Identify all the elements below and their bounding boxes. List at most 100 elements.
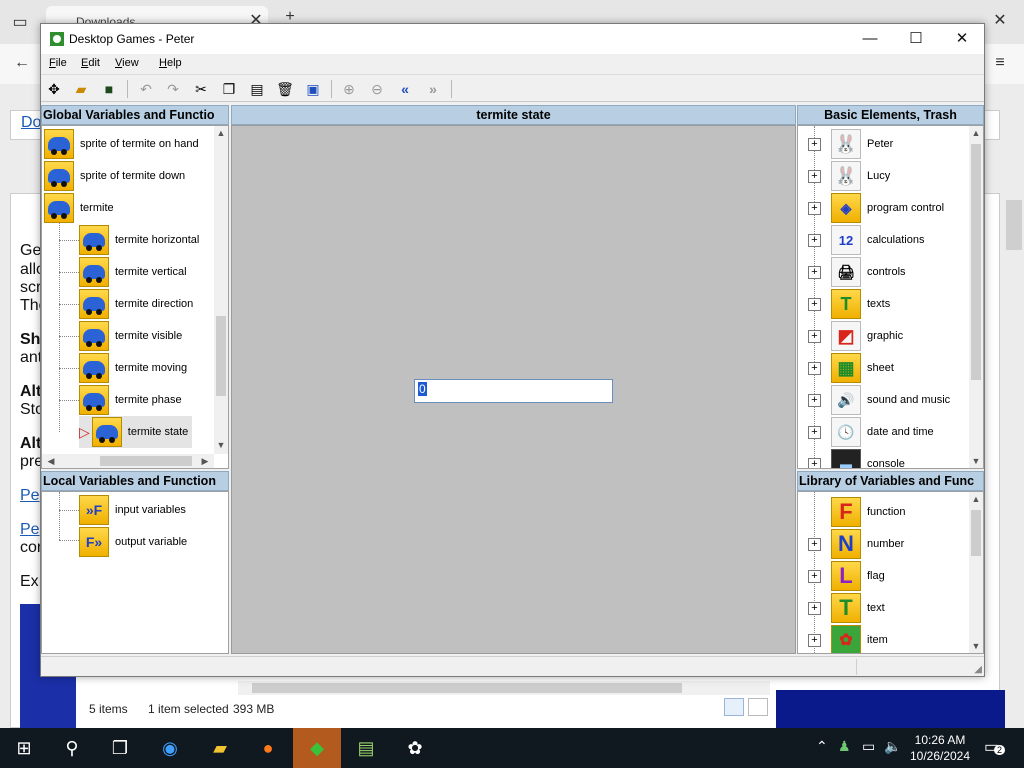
file-explorer-icon[interactable]: ▰ — [196, 728, 244, 768]
menu-edit[interactable]: Edit — [81, 57, 100, 69]
tree-item[interactable]: + L flag — [808, 560, 885, 592]
zoom-in-icon[interactable]: ⊕ — [339, 79, 359, 99]
scroll-down-icon[interactable]: ▼ — [969, 639, 983, 653]
tree-item[interactable]: + 🕓 date and time — [808, 416, 934, 448]
search-icon[interactable]: ⚲ — [48, 728, 96, 768]
network-icon[interactable]: ✥ — [44, 79, 64, 99]
browser-menu-icon[interactable]: ≡ — [988, 54, 1012, 72]
scroll-left-icon[interactable]: ◀ — [44, 454, 58, 468]
tree-item[interactable]: + 🔊 sound and music — [808, 384, 950, 416]
browser-close-icon[interactable]: ✕ — [988, 10, 1012, 30]
tree-item[interactable]: sprite of termite down — [44, 160, 185, 192]
scroll-right-icon[interactable]: ▶ — [198, 454, 212, 468]
person-tray-icon[interactable]: ♟ — [838, 738, 851, 755]
expand-icon[interactable]: + — [808, 329, 821, 343]
explorer-horizontal-scrollbar[interactable] — [238, 681, 770, 695]
close-button[interactable]: ✕ — [939, 24, 985, 54]
expand-icon[interactable]: + — [808, 601, 821, 615]
cut-icon[interactable]: ✂ — [191, 79, 211, 99]
expand-icon[interactable]: + — [808, 233, 821, 247]
expand-icon[interactable]: + — [808, 569, 821, 583]
menu-view[interactable]: View — [115, 57, 139, 69]
scroll-up-icon[interactable]: ▲ — [214, 126, 228, 140]
scroll-down-icon[interactable]: ▼ — [969, 454, 983, 468]
expand-icon[interactable]: + — [808, 537, 821, 551]
scroll-up-icon[interactable]: ▲ — [969, 492, 983, 506]
tree-item[interactable]: + T text — [808, 592, 885, 624]
page-link[interactable]: Pe — [20, 487, 40, 505]
save-icon[interactable]: ■ — [99, 79, 119, 99]
expand-icon[interactable]: + — [808, 457, 821, 468]
tree-item[interactable]: »F input variables — [79, 494, 186, 526]
library-panel-scrollbar[interactable]: ▲ ▼ — [969, 492, 983, 653]
tree-item[interactable]: termite visible — [79, 320, 182, 352]
editor-taskbar-icon[interactable]: ▤ — [342, 728, 390, 768]
maximize-button[interactable]: ☐ — [893, 24, 939, 54]
expand-icon[interactable]: + — [808, 201, 821, 215]
zoom-out-icon[interactable]: ⊖ — [367, 79, 387, 99]
rabbit-taskbar-icon[interactable]: ✿ — [391, 728, 439, 768]
tree-item[interactable]: + 🐰 Lucy — [808, 160, 890, 192]
tab-actions-icon[interactable]: ▭ — [8, 12, 32, 32]
expand-icon[interactable]: + — [808, 425, 821, 439]
volume-tray-icon[interactable]: 🔈 — [884, 738, 901, 755]
tree-item[interactable]: + 🐰 Peter — [808, 128, 893, 160]
tree-item[interactable]: sprite of termite on hand — [44, 128, 199, 160]
expand-icon[interactable]: + — [808, 169, 821, 183]
tiles-view-icon[interactable] — [748, 698, 768, 716]
tree-item[interactable]: + T texts — [808, 288, 890, 320]
scroll-down-icon[interactable]: ▼ — [214, 438, 228, 452]
firefox-icon[interactable]: ● — [244, 728, 292, 768]
scroll-thumb[interactable] — [252, 683, 682, 693]
menu-file[interactable]: File — [49, 57, 67, 69]
tree-item[interactable]: termite vertical — [79, 256, 187, 288]
menu-help[interactable]: Help — [159, 57, 182, 69]
redo-icon[interactable]: ↷ — [163, 79, 183, 99]
taskbar-clock[interactable]: 10:26 AM 10/26/2024 — [906, 732, 974, 764]
open-folder-icon[interactable]: ▰ — [71, 79, 91, 99]
scroll-thumb[interactable] — [100, 456, 192, 466]
tray-chevron-icon[interactable]: ⌃ — [816, 738, 828, 755]
resize-grip-icon[interactable]: ◢ — [974, 664, 982, 675]
expand-icon[interactable]: + — [808, 633, 821, 647]
minimize-button[interactable]: — — [847, 24, 893, 54]
undo-icon[interactable]: ↶ — [136, 79, 156, 99]
paste-icon[interactable]: ▤ — [247, 79, 267, 99]
notification-center-icon[interactable]: ▭ 2 — [984, 737, 1006, 759]
page-link[interactable]: Do — [21, 114, 41, 132]
global-panel-scrollbar[interactable]: ▲ ▼ — [214, 126, 228, 454]
tree-item[interactable]: + N number — [808, 528, 904, 560]
select-all-icon[interactable]: ▣ — [303, 79, 323, 99]
start-windows-icon[interactable]: ⊞ — [0, 728, 48, 768]
tree-item[interactable]: + ▦ sheet — [808, 352, 894, 384]
edge-browser-icon[interactable]: ◉ — [146, 728, 194, 768]
tree-item[interactable]: + 12 calculations — [808, 224, 924, 256]
tree-item[interactable]: F function — [831, 496, 906, 528]
expand-icon[interactable]: + — [808, 265, 821, 279]
value-input[interactable]: 0 — [414, 379, 613, 403]
task-view-icon[interactable]: ❐ — [96, 728, 144, 768]
tree-item[interactable]: termite direction — [79, 288, 193, 320]
scroll-thumb[interactable] — [971, 510, 981, 556]
desktop-games-taskbar-icon[interactable]: ◆ — [293, 728, 341, 768]
delete-icon[interactable]: 🗑 — [275, 79, 295, 99]
tree-item[interactable]: termite phase — [79, 384, 182, 416]
back-arrow-icon[interactable]: ← — [10, 54, 34, 72]
forward-icon[interactable]: » — [423, 79, 443, 99]
tree-item[interactable]: termite — [44, 192, 114, 224]
scroll-thumb[interactable] — [971, 144, 981, 380]
page-link[interactable]: Pe — [20, 521, 40, 539]
network-tray-icon[interactable]: ▭ — [862, 738, 875, 755]
tree-item[interactable]: + ✿ item — [808, 624, 888, 653]
tree-item-selected[interactable]: ▷ termite state — [79, 416, 193, 448]
tree-item[interactable]: F» output variable — [79, 526, 187, 558]
expand-icon[interactable]: + — [808, 297, 821, 311]
tree-item[interactable]: termite horizontal — [79, 224, 199, 256]
tree-item[interactable]: + 🖨 controls — [808, 256, 906, 288]
expand-icon[interactable]: + — [808, 393, 821, 407]
back-icon[interactable]: « — [395, 79, 415, 99]
tree-item[interactable]: + ▬ console — [808, 448, 905, 468]
browser-scrollbar[interactable] — [1006, 200, 1022, 250]
copy-icon[interactable]: ❐ — [219, 79, 239, 99]
tree-item[interactable]: + ◩ graphic — [808, 320, 903, 352]
